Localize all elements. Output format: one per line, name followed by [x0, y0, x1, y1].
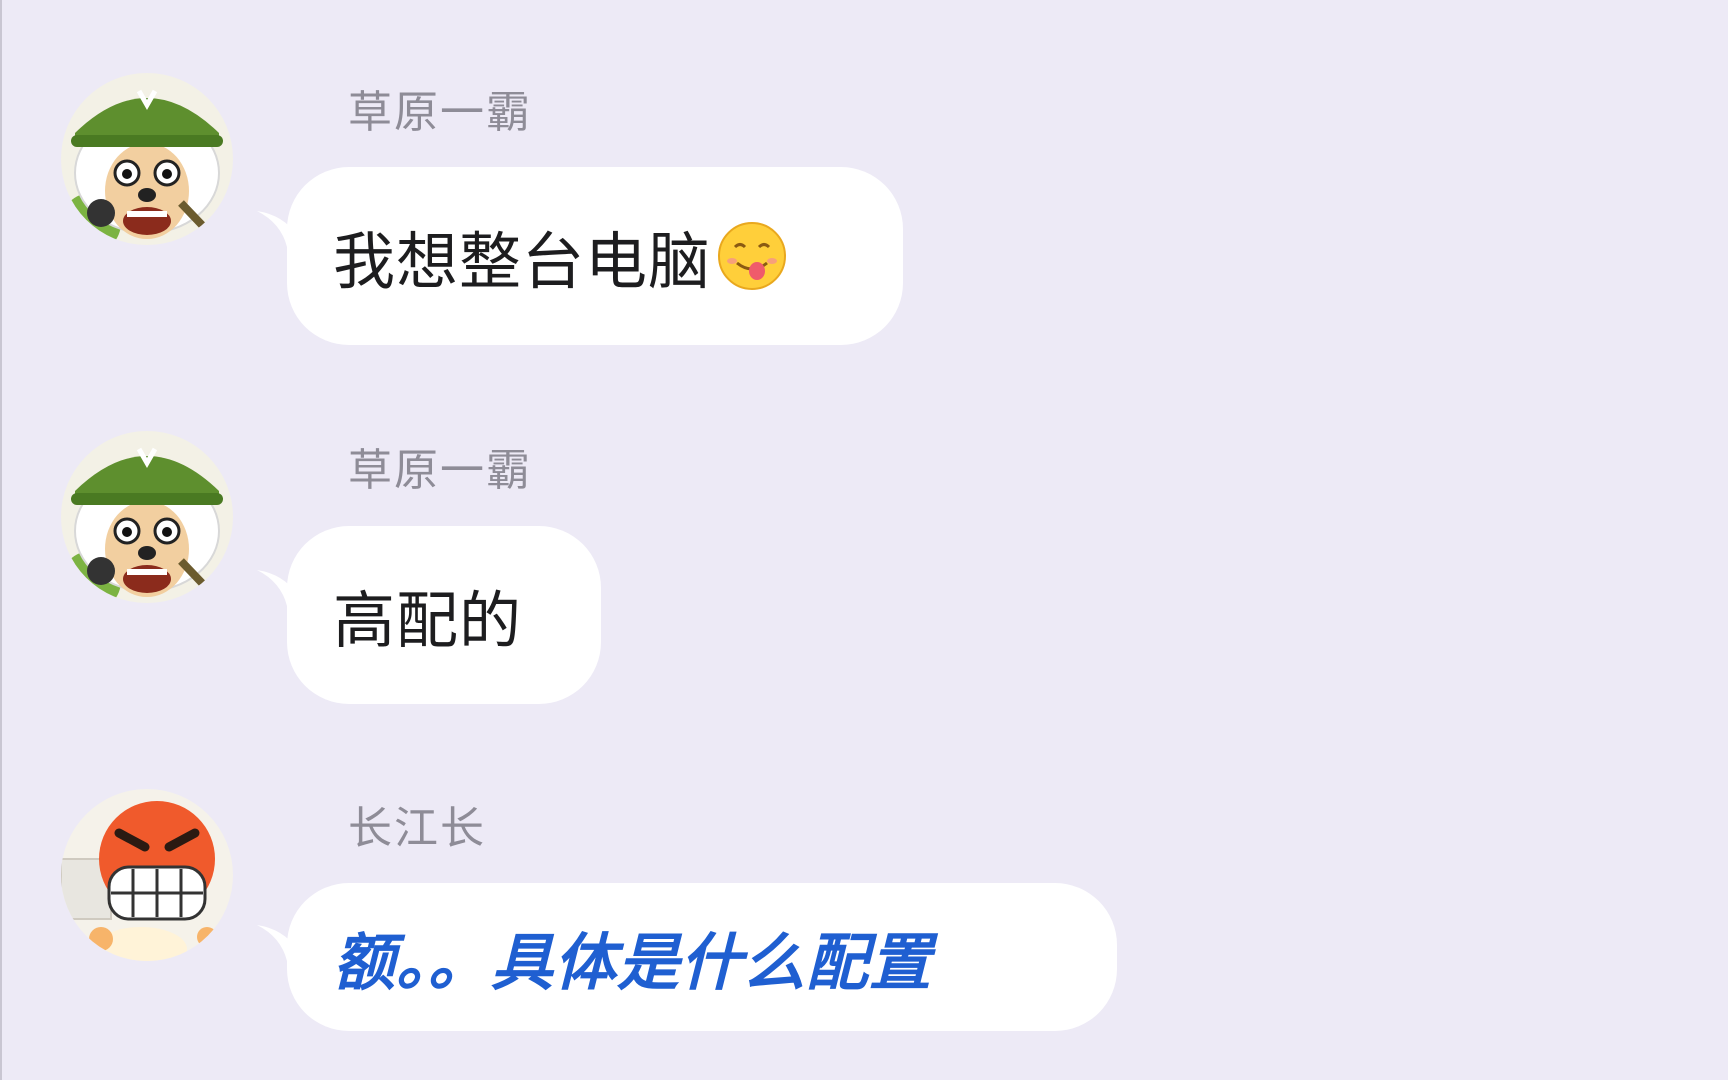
angry-red-face-avatar: [61, 789, 233, 961]
green-helmet-sheep-avatar: [61, 73, 233, 245]
sender-name: 草原一霸: [348, 87, 532, 138]
message-text: 高配的: [333, 584, 523, 657]
sender-name: 长江长: [348, 803, 486, 854]
message-text: 我想整台电脑: [333, 225, 712, 298]
message-bubble[interactable]: 我想整台电脑: [257, 167, 903, 345]
window-edge: [0, 0, 2, 1080]
bubble-tail-icon: [257, 211, 301, 249]
message-text: 额。。具体是什么配置: [333, 926, 933, 999]
message-bubble[interactable]: 高配的: [257, 526, 601, 704]
tongue-out-emoji-icon: [718, 222, 787, 290]
avatar[interactable]: [61, 789, 233, 961]
bubble-tail-icon: [257, 925, 301, 963]
sender-name: 草原一霸: [348, 445, 532, 496]
bubble-tail-icon: [257, 570, 301, 608]
avatar[interactable]: [61, 431, 233, 603]
message-bubble[interactable]: 额。。具体是什么配置: [257, 883, 1117, 1031]
green-helmet-sheep-avatar: [61, 431, 233, 603]
avatar[interactable]: [61, 73, 233, 245]
